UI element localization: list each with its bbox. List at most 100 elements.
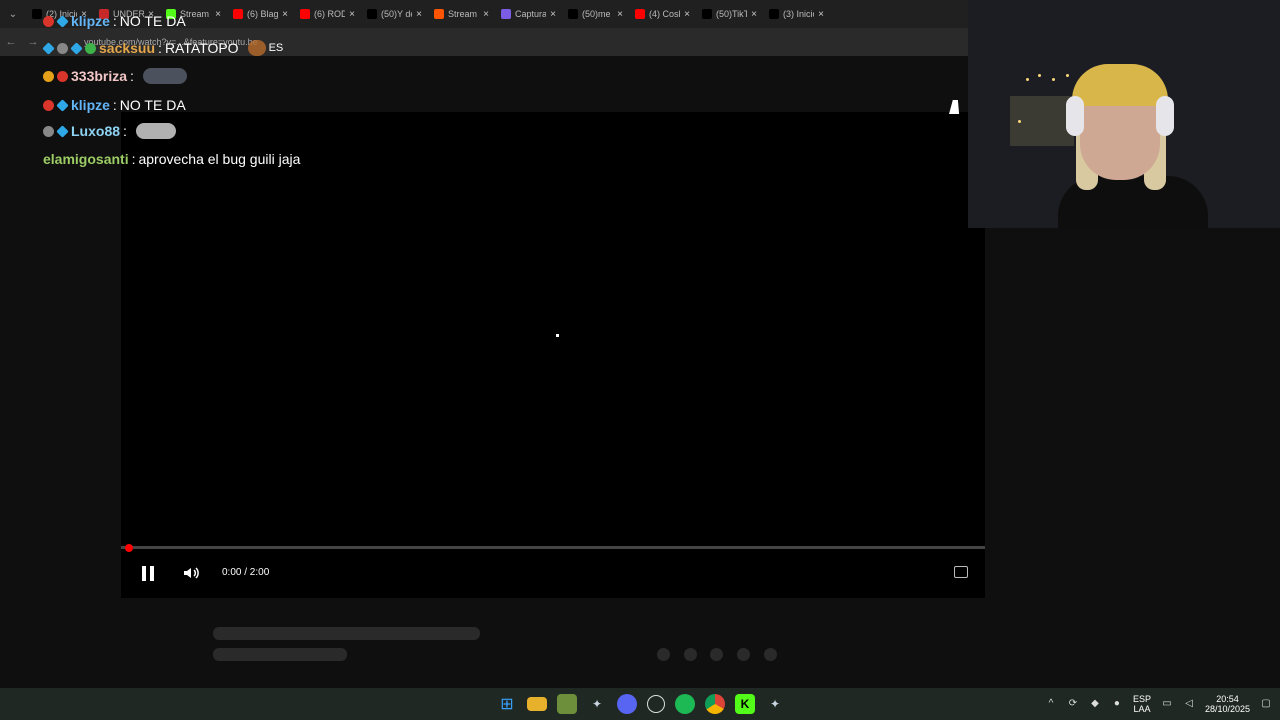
browser-tab[interactable]: Stream c × <box>428 0 495 28</box>
webcam-feed <box>968 0 1280 228</box>
taskbar: ⊞ ✦ K ✦ ^ ⟳ ◆ ● ESP LAA ▭ ◁ 20:54 28/10/20… <box>0 688 1280 720</box>
close-tab-icon[interactable]: × <box>349 9 355 20</box>
browser-tab[interactable]: (6) Blagh× <box>227 0 294 28</box>
browser-tab[interactable]: (50)TikTo× <box>696 0 763 28</box>
tab-title: Captura <box>515 9 547 19</box>
subscriber-badge-icon <box>57 70 68 82</box>
diamond-badge-icon <box>70 41 83 55</box>
action-placeholder <box>684 648 697 661</box>
tab-search-button[interactable]: ⌄ <box>0 0 26 28</box>
subscriber-badge-icon <box>43 99 54 111</box>
emote-icon <box>135 123 176 139</box>
action-placeholder <box>764 648 777 661</box>
video-player[interactable] <box>121 112 985 598</box>
sync-icon[interactable]: ⟳ <box>1067 698 1079 710</box>
close-tab-icon[interactable]: × <box>818 9 824 20</box>
tab-title: (50)TikTo <box>716 9 748 19</box>
close-tab-icon[interactable]: × <box>215 9 221 20</box>
obs-icon[interactable] <box>647 695 665 713</box>
tab-title: (50)Y de <box>381 9 413 19</box>
x-icon <box>32 9 42 19</box>
chrome-icon[interactable] <box>705 694 725 714</box>
chat-text: aprovecha el bug guili jaja <box>138 151 301 167</box>
forward-icon[interactable]: → <box>22 36 44 48</box>
subtitles-icon[interactable] <box>954 566 968 578</box>
time-display: 0:00 / 2:00 <box>222 567 270 578</box>
chat-username: klipze <box>71 13 110 29</box>
diamond-badge-icon <box>56 14 69 28</box>
volume-icon[interactable]: ◁ <box>1183 698 1195 710</box>
steam-icon[interactable]: ✦ <box>765 694 785 714</box>
chat-username: elamigosanti <box>43 151 129 167</box>
x-icon <box>769 9 779 19</box>
pause-button[interactable] <box>138 563 158 583</box>
chat-message: Luxo88: <box>43 121 176 141</box>
volume-icon[interactable] <box>181 563 201 583</box>
chat-message: klipze: NO TE DA <box>43 95 186 115</box>
browser-tab[interactable]: (50)Y de × <box>361 0 428 28</box>
tiktok-icon <box>367 9 377 19</box>
close-tab-icon[interactable]: × <box>751 9 757 20</box>
gear-badge-icon <box>43 125 54 137</box>
sword-badge-icon <box>42 41 55 55</box>
gold-badge-icon <box>43 70 54 82</box>
tiktok-icon <box>568 9 578 19</box>
chat-message: 333briza: <box>43 66 187 86</box>
action-placeholder <box>710 648 723 661</box>
language-indicator[interactable]: ESP LAA <box>1133 694 1151 714</box>
headset-icon <box>1066 96 1084 136</box>
browser-tab[interactable]: Captura × <box>495 0 562 28</box>
chat-text: RATATOPO <box>164 40 239 56</box>
file-explorer-icon[interactable] <box>527 697 547 711</box>
chevron-up-icon[interactable]: ^ <box>1045 698 1057 710</box>
tab-title: (6) Blagh <box>247 9 279 19</box>
tab-title: (50)me q <box>582 9 613 19</box>
minecraft-icon[interactable] <box>557 694 577 714</box>
chat-username: Luxo88 <box>71 123 121 139</box>
microphone-icon[interactable]: ● <box>1111 698 1123 710</box>
windows-start-icon[interactable]: ⊞ <box>497 694 517 714</box>
close-tab-icon[interactable]: × <box>550 9 556 20</box>
clock[interactable]: 20:54 28/10/2025 <box>1205 694 1250 714</box>
discord-icon[interactable] <box>617 694 637 714</box>
kick-icon[interactable]: K <box>735 694 755 714</box>
network-icon[interactable]: ▭ <box>1161 698 1173 710</box>
action-placeholder <box>657 648 670 661</box>
shield-icon[interactable]: ◆ <box>1089 698 1101 710</box>
diamond-badge-icon <box>56 98 69 112</box>
close-tab-icon[interactable]: × <box>416 9 422 20</box>
browser-tab[interactable]: (3) Inicio × <box>763 0 830 28</box>
chat-username: 333briza <box>71 68 128 84</box>
close-tab-icon[interactable]: × <box>282 9 288 20</box>
gear-badge-icon <box>57 42 68 54</box>
browser-tab[interactable]: (4) Coski × <box>629 0 696 28</box>
close-tab-icon[interactable]: × <box>684 9 690 20</box>
progress-bar[interactable] <box>121 546 985 549</box>
chat-username: klipze <box>71 97 110 113</box>
action-placeholder <box>737 648 750 661</box>
youtube-icon <box>635 9 645 19</box>
emote-icon <box>247 40 266 56</box>
progress-scrubber[interactable] <box>125 544 133 552</box>
browser-tab[interactable]: (6) RODY× <box>294 0 361 28</box>
tiktok-icon <box>702 9 712 19</box>
subscriber-badge-icon <box>43 15 54 27</box>
diamond-badge-icon <box>56 124 69 138</box>
chat-username: sacksuu <box>99 40 156 56</box>
chat-message: klipze: NO TE DA <box>43 11 186 31</box>
close-tab-icon[interactable]: × <box>617 9 623 20</box>
back-icon[interactable]: ← <box>0 36 22 48</box>
pen-icon <box>501 9 511 19</box>
soundcloud-icon <box>434 9 444 19</box>
channel-placeholder <box>213 648 347 661</box>
steam-icon[interactable]: ✦ <box>587 694 607 714</box>
browser-tab[interactable]: (50)me q × <box>562 0 629 28</box>
tab-title: (3) Inicio <box>783 9 815 19</box>
headset-icon <box>1156 96 1174 136</box>
spotify-icon[interactable] <box>675 694 695 714</box>
notification-icon[interactable]: ▢ <box>1260 698 1272 710</box>
title-placeholder <box>213 627 480 640</box>
tab-title: (4) Coski <box>649 9 680 19</box>
youtube-icon <box>300 9 310 19</box>
close-tab-icon[interactable]: × <box>483 9 489 20</box>
